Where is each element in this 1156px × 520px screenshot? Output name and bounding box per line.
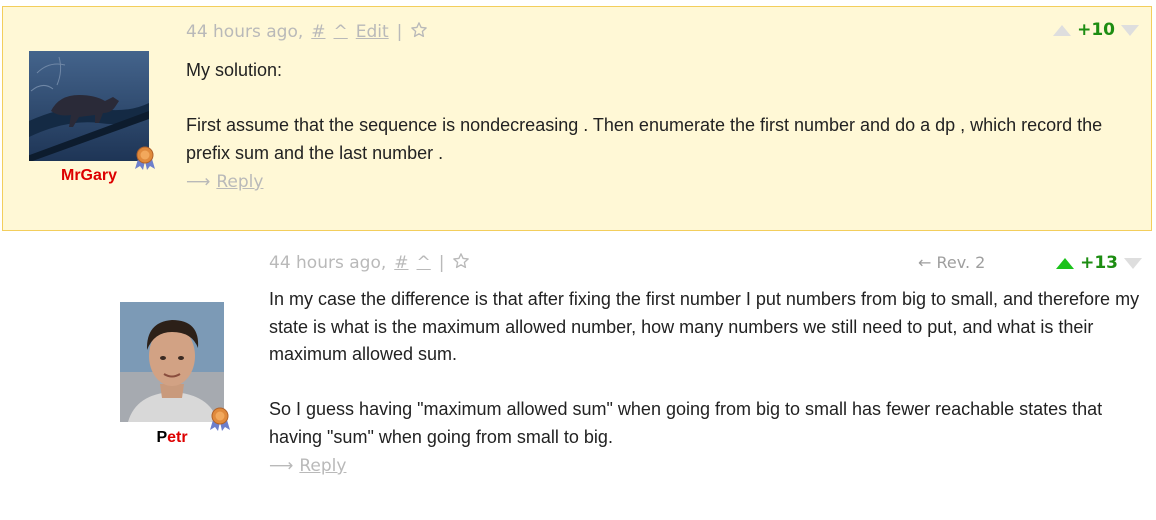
- comment-anchor-link[interactable]: #: [394, 253, 408, 273]
- username-first-letter: P: [156, 429, 168, 446]
- vote-box: +10: [1053, 18, 1139, 42]
- comment-meta: 44 hours ago, # ^ |: [269, 252, 470, 275]
- revision-link[interactable]: ← Rev. 2: [918, 253, 985, 272]
- person-photo: [120, 302, 224, 422]
- vote-up-icon[interactable]: [1056, 257, 1075, 269]
- parent-link[interactable]: ^: [334, 22, 348, 42]
- avatar-petr[interactable]: [120, 302, 230, 431]
- vote-score: +10: [1077, 20, 1115, 40]
- username[interactable]: MrGary: [29, 167, 149, 185]
- meta-separator: |: [438, 253, 445, 273]
- star-outline-icon[interactable]: [452, 252, 470, 275]
- fox-photo: [29, 51, 149, 161]
- vote-down-icon[interactable]: [1121, 24, 1139, 36]
- reply-arrow-icon: ⟶: [186, 172, 211, 192]
- vote-score: +13: [1080, 253, 1118, 273]
- comment-mrgary: MrGary 44 hours ago, # ^ Edit | +10 My solut…: [2, 6, 1152, 231]
- reply-link[interactable]: Reply: [216, 172, 263, 192]
- meta-separator: |: [396, 22, 403, 42]
- vote-down-icon[interactable]: [1124, 257, 1142, 269]
- username[interactable]: Petr: [120, 429, 224, 447]
- reply-link[interactable]: Reply: [299, 456, 346, 476]
- comment-body: In my case the difference is that after …: [269, 286, 1144, 451]
- comment-body: My solution: First assume that the seque…: [186, 57, 1116, 167]
- edit-link[interactable]: Edit: [356, 22, 389, 42]
- comment-paragraph: So I guess having "maximum allowed sum" …: [269, 399, 1103, 447]
- reply-action: ⟶ Reply: [186, 172, 263, 192]
- comment-meta: 44 hours ago, # ^ Edit |: [186, 21, 428, 44]
- star-outline-icon[interactable]: [410, 21, 428, 44]
- username-rest: MrGary: [60, 167, 118, 184]
- comment-time: 44 hours ago,: [269, 253, 387, 273]
- comment-paragraph: In my case the difference is that after …: [269, 289, 1140, 364]
- comment-petr: Petr 44 hours ago, # ^ | ← Rev. 2 +13 In my…: [0, 240, 1156, 510]
- comment-time: 44 hours ago,: [186, 22, 304, 42]
- parent-link[interactable]: ^: [417, 253, 431, 273]
- comment-paragraph: My solution:: [186, 60, 283, 80]
- vote-box: +13: [1056, 251, 1142, 275]
- vote-up-icon[interactable]: [1053, 24, 1072, 36]
- comment-anchor-link[interactable]: #: [311, 22, 325, 42]
- username-rest: etr: [167, 429, 188, 446]
- avatar-mrgary[interactable]: [29, 51, 155, 170]
- comment-paragraph: First assume that the sequence is nondec…: [186, 115, 1103, 163]
- reply-action: ⟶ Reply: [269, 456, 346, 476]
- reply-arrow-icon: ⟶: [269, 456, 294, 476]
